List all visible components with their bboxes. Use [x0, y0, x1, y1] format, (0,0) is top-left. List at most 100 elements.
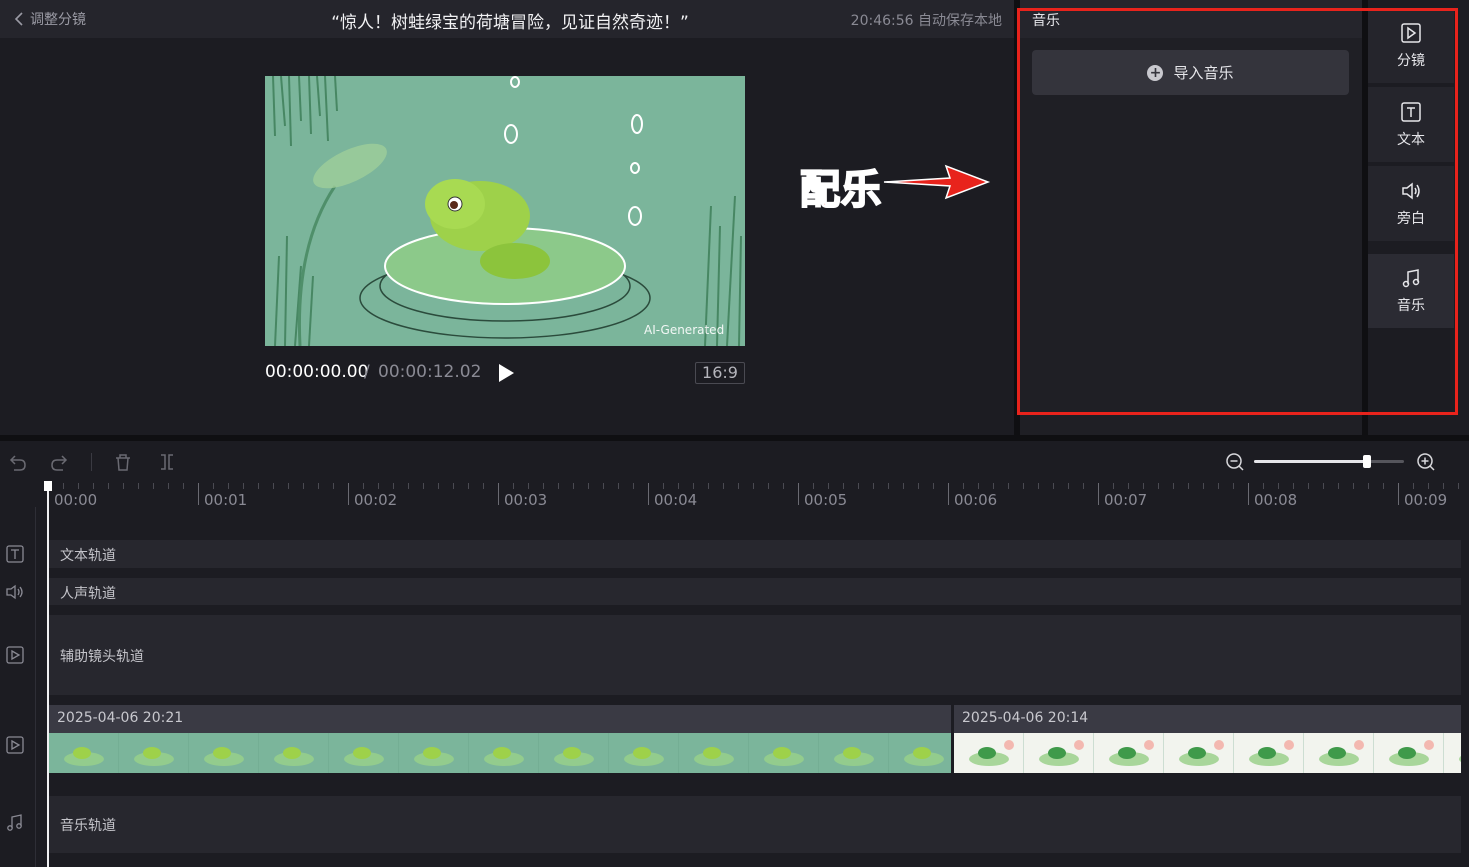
clip-thumbnail-strip: [49, 733, 951, 773]
clip-thumbnail-frame: [749, 733, 820, 773]
aux-shot-track[interactable]: 辅助镜头轨道: [49, 615, 1461, 695]
music-track-label: 音乐轨道: [60, 818, 116, 834]
total-duration: 00:00:12.02: [378, 362, 482, 382]
clip-thumbnail-frame: [49, 733, 120, 773]
clip-2-thumbnails-image: [954, 733, 1461, 773]
import-music-label: 导入音乐: [1173, 64, 1234, 82]
clip-thumbnail-frame: [119, 733, 190, 773]
back-button[interactable]: 调整分镜: [14, 9, 86, 29]
clip-timestamp: 2025-04-06 20:21: [57, 710, 184, 726]
zoom-in-icon[interactable]: [1415, 451, 1437, 473]
video-preview[interactable]: AI-Generated: [265, 76, 745, 346]
track-icon-column: [0, 507, 36, 867]
video-clip-2[interactable]: 2025-04-06 20:14: [954, 705, 1461, 785]
playhead-handle[interactable]: [44, 481, 52, 491]
toolbar-divider: [91, 453, 92, 471]
clip-1-thumbnails-image: [49, 733, 951, 773]
zoom-out-icon[interactable]: [1224, 451, 1246, 473]
delete-icon[interactable]: [112, 451, 134, 473]
ruler-tick-label: 00:01: [204, 491, 248, 509]
aux-shot-track-label: 辅助镜头轨道: [60, 649, 144, 665]
preview-frame-image: AI-Generated: [265, 76, 745, 346]
clip-thumbnail-frame: [1374, 733, 1445, 773]
clip-thumbnail-frame: [819, 733, 890, 773]
right-sidebar: 分镜 文本 旁白 音乐: [1368, 0, 1469, 435]
music-note-icon: [1402, 269, 1420, 288]
ruler-tick-label: 00:00: [54, 491, 98, 509]
zoom-slider-fill: [1254, 460, 1367, 463]
speaker-icon: [1402, 181, 1420, 200]
ruler-tick-label: 00:04: [654, 491, 698, 509]
timeline-toolbar: [0, 441, 1469, 481]
sidebar-item-storyboard[interactable]: 分镜: [1368, 8, 1454, 83]
clip-thumbnail-frame: [399, 733, 470, 773]
ruler-tick-label: 00:08: [1254, 491, 1298, 509]
timeline-ruler[interactable]: 00:00 00:01 00:02 00:03 00:04 00:05 00:06 00:07…: [48, 483, 1469, 509]
clip-thumbnail-frame: [679, 733, 750, 773]
clip-thumbnail-frame: [1234, 733, 1305, 773]
speaker-icon: [6, 584, 23, 600]
current-time: 00:00:00.00: [265, 362, 369, 382]
ruler-tick-label: 00:02: [354, 491, 398, 509]
clip-thumbnail-frame: [1164, 733, 1235, 773]
music-panel-header: 音乐: [1020, 0, 1362, 38]
aspect-ratio-button[interactable]: 16:9: [695, 362, 745, 384]
chevron-left-icon: [14, 12, 23, 26]
sidebar-item-label: 文本: [1397, 131, 1425, 148]
voice-track[interactable]: 人声轨道: [49, 578, 1461, 605]
sidebar-item-label: 音乐: [1397, 298, 1425, 314]
editor-area: 调整分镜 “惊人！树蛙绿宝的荷塘冒险，见证自然奇迹！” 20:46:56 自动保…: [0, 0, 1014, 435]
clip-thumbnail-strip: [954, 733, 1461, 773]
page-title: “惊人！树蛙绿宝的荷塘冒险，见证自然奇迹！”: [331, 13, 689, 33]
play-square-icon: [6, 736, 24, 754]
sidebar-item-label: 旁白: [1397, 210, 1425, 227]
music-track[interactable]: 音乐轨道: [49, 796, 1461, 853]
annotation-arrow-icon: [883, 164, 991, 200]
video-clip-1[interactable]: 2025-04-06 20:21: [49, 705, 951, 785]
clip-thumbnail-frame: [609, 733, 680, 773]
ruler-tick-label: 00:06: [954, 491, 998, 509]
redo-icon[interactable]: [49, 451, 71, 473]
editor-topbar: 调整分镜 “惊人！树蛙绿宝的荷塘冒险，见证自然奇迹！” 20:46:56 自动保…: [0, 0, 1014, 38]
clip-thumbnail-frame: [329, 733, 400, 773]
ruler-tick-label: 00:09: [1404, 491, 1448, 509]
sidebar-item-label: 分镜: [1397, 52, 1425, 69]
clip-header: 2025-04-06 20:21: [49, 705, 951, 733]
play-button[interactable]: [495, 362, 517, 384]
sidebar-item-narration[interactable]: 旁白: [1368, 166, 1454, 241]
preview-watermark: AI-Generated: [644, 323, 724, 337]
text-t-icon: [6, 545, 24, 563]
clip-thumbnail-frame: [189, 733, 260, 773]
annotation-label: 配乐: [799, 166, 882, 214]
clip-thumbnail-frame: [954, 733, 1025, 773]
play-icon: [499, 364, 514, 382]
import-music-button[interactable]: + 导入音乐: [1032, 50, 1349, 95]
sidebar-item-music[interactable]: 音乐: [1368, 254, 1454, 328]
clip-thumbnail-frame: [469, 733, 540, 773]
text-track-label: 文本轨道: [60, 548, 116, 564]
text-t-icon: [1401, 101, 1421, 122]
music-note-icon: [7, 814, 22, 831]
ruler-tick-label: 00:05: [804, 491, 848, 509]
play-square-icon: [1401, 22, 1421, 43]
autosave-status: 20:46:56 自动保存本地: [850, 13, 1002, 29]
ruler-tick-label: 00:03: [504, 491, 548, 509]
voice-track-label: 人声轨道: [60, 586, 116, 602]
zoom-slider-thumb[interactable]: [1362, 455, 1371, 468]
sidebar-item-text[interactable]: 文本: [1368, 87, 1454, 162]
zoom-slider[interactable]: [1254, 455, 1404, 468]
time-separator: /: [364, 362, 370, 382]
clip-header: 2025-04-06 20:14: [954, 705, 1461, 733]
music-panel: 音乐 + 导入音乐: [1020, 0, 1362, 435]
undo-icon[interactable]: [6, 451, 28, 473]
split-icon[interactable]: [156, 451, 178, 473]
clip-thumbnail-frame: [889, 733, 951, 773]
plus-icon: +: [1147, 64, 1164, 81]
playhead[interactable]: [47, 481, 49, 867]
clip-thumbnail-frame: [1304, 733, 1375, 773]
text-track[interactable]: 文本轨道: [49, 540, 1461, 568]
clip-thumbnail-frame: [539, 733, 610, 773]
music-panel-title: 音乐: [1032, 13, 1060, 29]
back-button-label: 调整分镜: [30, 12, 86, 28]
clip-thumbnail-frame: [259, 733, 330, 773]
